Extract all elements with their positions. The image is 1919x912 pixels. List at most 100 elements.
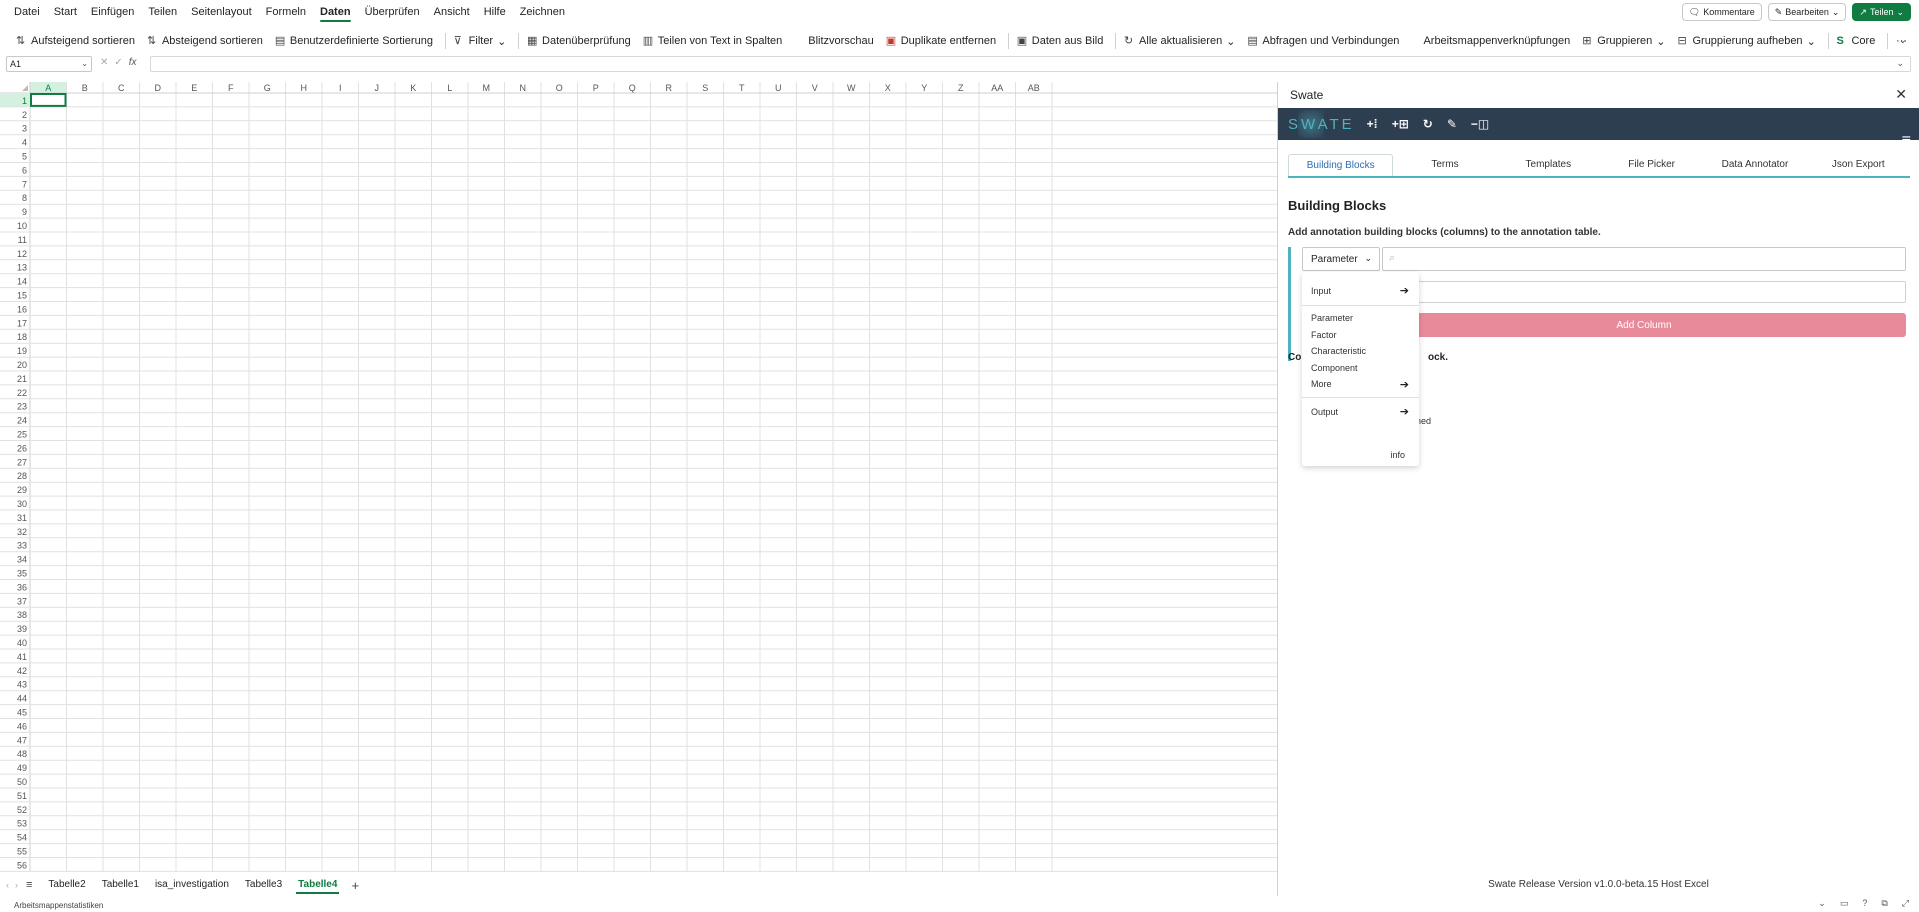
fx-icon[interactable]: fx [129, 57, 137, 68]
row-header[interactable]: 6 [22, 165, 27, 175]
row-header[interactable]: 50 [17, 777, 27, 787]
row-header[interactable]: 17 [17, 318, 27, 328]
data-validation-button[interactable]: ▦ Datenüberprüfung [527, 35, 631, 47]
add-building-block-icon[interactable]: +⁞ [1367, 117, 1378, 131]
row-header[interactable]: 34 [17, 555, 27, 565]
sheet-tab-tabelle3[interactable]: Tabelle3 [237, 876, 290, 894]
workbook-statistics[interactable]: Arbeitsmappenstatistiken [14, 901, 103, 910]
dropdown-item-characteristic[interactable]: Characteristic [1311, 346, 1366, 356]
column-header[interactable]: P [593, 83, 599, 93]
row-header[interactable]: 33 [17, 541, 27, 551]
row-header[interactable]: 18 [17, 332, 27, 342]
refresh-icon[interactable]: ↻ [1423, 117, 1433, 131]
row-header[interactable]: 32 [17, 527, 27, 537]
sheet-tab-tabelle1[interactable]: Tabelle1 [94, 876, 147, 894]
column-header[interactable]: L [447, 83, 452, 93]
row-header[interactable]: 42 [17, 666, 27, 676]
column-header[interactable]: Q [629, 83, 636, 93]
tab-file-picker[interactable]: File Picker [1600, 154, 1703, 176]
page-layout-icon[interactable]: ⧉ [1881, 898, 1887, 909]
hamburger-menu-icon[interactable]: ≡ [1902, 132, 1911, 150]
column-header[interactable]: H [301, 83, 308, 93]
row-header[interactable]: 49 [17, 763, 27, 773]
arrow-right-icon[interactable]: ➔ [1400, 378, 1409, 391]
column-header[interactable]: V [812, 83, 818, 93]
arrow-right-icon[interactable]: ➔ [1400, 405, 1409, 418]
row-header[interactable]: 29 [17, 485, 27, 495]
column-header[interactable]: Y [921, 83, 927, 93]
menu-start[interactable]: Start [54, 0, 77, 24]
check-icon[interactable]: ✓ [114, 57, 122, 68]
column-header[interactable]: X [885, 83, 891, 93]
ungroup-button[interactable]: ⊟ Gruppierung aufheben ⌄ [1677, 35, 1815, 48]
column-header[interactable]: AA [991, 83, 1003, 93]
menu-datei[interactable]: Datei [14, 0, 40, 24]
menu-formeln[interactable]: Formeln [266, 0, 306, 24]
close-icon[interactable]: ✕ [1895, 86, 1907, 103]
row-header[interactable]: 24 [17, 416, 27, 426]
data-from-picture-button[interactable]: ▣ Daten aus Bild [1017, 35, 1104, 47]
refresh-all-button[interactable]: ↻ Alle aktualisieren ⌄ [1124, 35, 1235, 48]
term-search-input[interactable]: ⌕ [1382, 247, 1906, 271]
flash-fill-button[interactable]: Blitzvorschau [808, 35, 873, 47]
column-header[interactable]: C [118, 83, 125, 93]
column-header[interactable]: W [847, 83, 856, 93]
row-header[interactable]: 39 [17, 624, 27, 634]
menu-einfuegen[interactable]: Einfügen [91, 0, 134, 24]
row-header[interactable]: 55 [17, 847, 27, 857]
row-header[interactable]: 44 [17, 694, 27, 704]
row-header[interactable]: 28 [17, 471, 27, 481]
sheet-tab-tabelle4[interactable]: Tabelle4 [290, 876, 345, 894]
sheet-tab-tabelle2[interactable]: Tabelle2 [40, 876, 93, 894]
column-header[interactable]: U [775, 83, 782, 93]
spreadsheet-grid[interactable]: A B C D E F G H I J K L M N O P Q R S T U V W X Y Z AA AB 1 2 3 4 5 6 7 8 9 1… [0, 82, 1277, 872]
filter-button[interactable]: ⊽ Filter ⌄ [454, 35, 507, 48]
column-header[interactable]: N [520, 83, 527, 93]
row-header[interactable]: 14 [17, 277, 27, 287]
dropdown-item-output[interactable]: Output [1311, 407, 1338, 417]
text-to-columns-button[interactable]: ▥ Teilen von Text in Spalten [643, 35, 783, 47]
row-header[interactable]: 46 [17, 721, 27, 731]
row-header[interactable]: 10 [17, 221, 27, 231]
add-table-icon[interactable]: +⊞ [1392, 117, 1409, 131]
menu-zeichnen[interactable]: Zeichnen [520, 0, 565, 24]
name-box[interactable]: A1 ⌄ [6, 56, 92, 72]
tab-json-export[interactable]: Json Export [1807, 154, 1910, 176]
tab-templates[interactable]: Templates [1497, 154, 1600, 176]
row-header[interactable]: 4 [22, 138, 27, 148]
row-header[interactable]: 48 [17, 749, 27, 759]
column-header[interactable]: F [228, 83, 234, 93]
column-header[interactable]: M [483, 83, 491, 93]
row-header[interactable]: 38 [17, 610, 27, 620]
queries-button[interactable]: ▤ Abfragen und Verbindungen [1247, 35, 1399, 47]
row-header[interactable]: 21 [17, 374, 27, 384]
dropdown-item-input[interactable]: Input [1311, 286, 1331, 296]
chevron-down-icon[interactable]: ⌄ [1896, 58, 1904, 69]
custom-sort-button[interactable]: ▤ Benutzerdefinierte Sortierung [275, 35, 433, 47]
all-sheets-icon[interactable]: ≡ [26, 879, 32, 891]
scroll-left-icon[interactable]: ‹ [6, 880, 9, 890]
dropdown-info-link[interactable]: info [1390, 450, 1405, 460]
row-header[interactable]: 16 [17, 304, 27, 314]
tab-building-blocks[interactable]: Building Blocks [1288, 154, 1394, 176]
menu-ueberpruefen[interactable]: Überprüfen [365, 0, 420, 24]
column-header[interactable]: T [739, 83, 745, 93]
tab-data-annotator[interactable]: Data Annotator [1703, 154, 1806, 176]
row-header[interactable]: 31 [17, 513, 27, 523]
edit-button[interactable]: ✎ Bearbeiten ⌄ [1767, 3, 1847, 21]
column-header[interactable]: Z [958, 83, 964, 93]
column-header[interactable]: B [82, 83, 88, 93]
menu-teilen[interactable]: Teilen [148, 0, 177, 24]
dropdown-item-factor[interactable]: Factor [1311, 330, 1337, 340]
row-header[interactable]: 54 [17, 833, 27, 843]
workbook-links-button[interactable]: Arbeitsmappenverknüpfungen [1423, 35, 1570, 47]
add-column-button[interactable]: Add Column [1382, 313, 1906, 337]
row-header[interactable]: 3 [22, 124, 27, 134]
column-header[interactable]: R [666, 83, 673, 93]
row-header[interactable]: 30 [17, 499, 27, 509]
menu-ansicht[interactable]: Ansicht [434, 0, 470, 24]
row-header[interactable]: 1 [22, 96, 27, 106]
row-header[interactable]: 35 [17, 569, 27, 579]
row-header[interactable]: 2 [22, 110, 27, 120]
column-header[interactable]: O [556, 83, 563, 93]
